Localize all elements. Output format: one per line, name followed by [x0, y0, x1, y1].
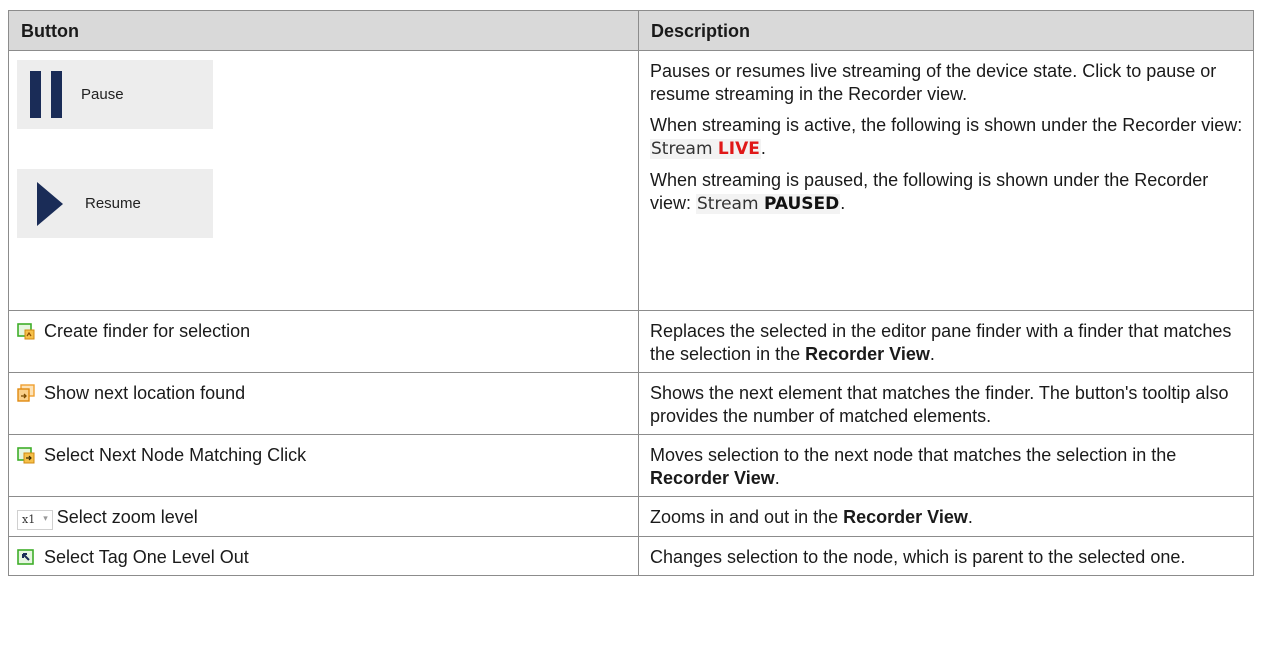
period: . [840, 193, 846, 213]
create-desc-before: Replaces the selected in the editor pane… [650, 321, 1232, 364]
stream-live-indicator: Stream LIVE [650, 139, 761, 159]
selectnext-desc-after: . [774, 468, 780, 488]
recorder-view-bold: Recorder View [805, 344, 930, 364]
buttons-table: Button Description Pause Resume Pauses o… [8, 10, 1254, 576]
description-cell: Zooms in and out in the Recorder View. [638, 496, 1254, 537]
table-row: Create finder for selection Replaces the… [8, 310, 1254, 373]
select-next-node-button[interactable] [17, 445, 44, 465]
resume-button-label: Resume [85, 195, 141, 212]
button-cell: Show next location found [8, 372, 639, 435]
button-cell: Pause Resume [8, 50, 639, 311]
pause-desc-3: When streaming is paused, the following … [650, 169, 1243, 216]
button-cell: Select Tag One Level Out [8, 535, 639, 576]
table-row: Select Next Node Matching Click Moves se… [8, 434, 1254, 497]
table-header-row: Button Description [8, 10, 1254, 51]
description-cell: Changes selection to the node, which is … [638, 535, 1254, 576]
create-finder-label: Create finder for selection [44, 321, 251, 341]
create-desc-after: . [929, 344, 935, 364]
select-tag-out-icon [17, 548, 34, 565]
pause-desc-1: Pauses or resumes live streaming of the … [650, 61, 1217, 104]
create-finder-button[interactable] [17, 321, 44, 341]
select-next-node-label: Select Next Node Matching Click [44, 445, 307, 465]
live-word: LIVE [717, 139, 760, 159]
show-next-location-button[interactable] [17, 383, 44, 403]
stream-word: Stream [651, 139, 713, 159]
select-tag-out-button[interactable] [17, 547, 44, 567]
stream-paused-indicator: Stream PAUSED [696, 194, 841, 214]
pause-desc-2: When streaming is active, the following … [650, 114, 1243, 161]
zoom-level-select[interactable]: x1 ▾ [17, 509, 53, 530]
pause-icon [30, 71, 62, 118]
play-icon [37, 181, 63, 226]
description-cell: Shows the next element that matches the … [638, 372, 1254, 435]
zoom-desc-before: Zooms in and out in the [650, 507, 844, 527]
button-cell: Create finder for selection [8, 310, 639, 373]
zoom-value: x1 [22, 513, 36, 526]
header-description: Description [638, 10, 1254, 51]
period: . [760, 138, 766, 158]
selectnext-desc-before: Moves selection to the next node that ma… [650, 445, 1177, 465]
pause-desc-2-text: When streaming is active, the following … [650, 115, 1243, 135]
show-next-location-icon [17, 384, 35, 402]
paused-word: PAUSED [763, 194, 840, 214]
show-next-location-label: Show next location found [44, 383, 246, 403]
pause-button-label: Pause [81, 86, 124, 103]
resume-button[interactable]: Resume [17, 169, 213, 238]
table-row: x1 ▾ Select zoom level Zooms in and out in… [8, 496, 1254, 537]
button-cell: Select Next Node Matching Click [8, 434, 639, 497]
zoom-desc-after: . [967, 507, 973, 527]
recorder-view-bold: Recorder View [843, 507, 968, 527]
recorder-view-bold: Recorder View [650, 468, 775, 488]
stream-word: Stream [697, 194, 759, 214]
select-next-node-icon [17, 447, 35, 464]
chevron-down-icon: ▾ [43, 514, 48, 524]
description-cell: Replaces the selected in the editor pane… [638, 310, 1254, 373]
header-button: Button [8, 10, 639, 51]
button-cell: x1 ▾ Select zoom level [8, 496, 639, 537]
select-tag-out-label: Select Tag One Level Out [44, 546, 249, 567]
table-row: Pause Resume Pauses or resumes live stre… [8, 50, 1254, 311]
pause-button[interactable]: Pause [17, 60, 213, 129]
description-cell: Moves selection to the next node that ma… [638, 434, 1254, 497]
description-cell: Pauses or resumes live streaming of the … [638, 50, 1254, 311]
table-row: Show next location found Shows the next … [8, 372, 1254, 435]
create-finder-icon [17, 323, 35, 340]
zoom-level-label: Select zoom level [56, 507, 198, 527]
table-row: Select Tag One Level Out Changes selecti… [8, 535, 1254, 576]
